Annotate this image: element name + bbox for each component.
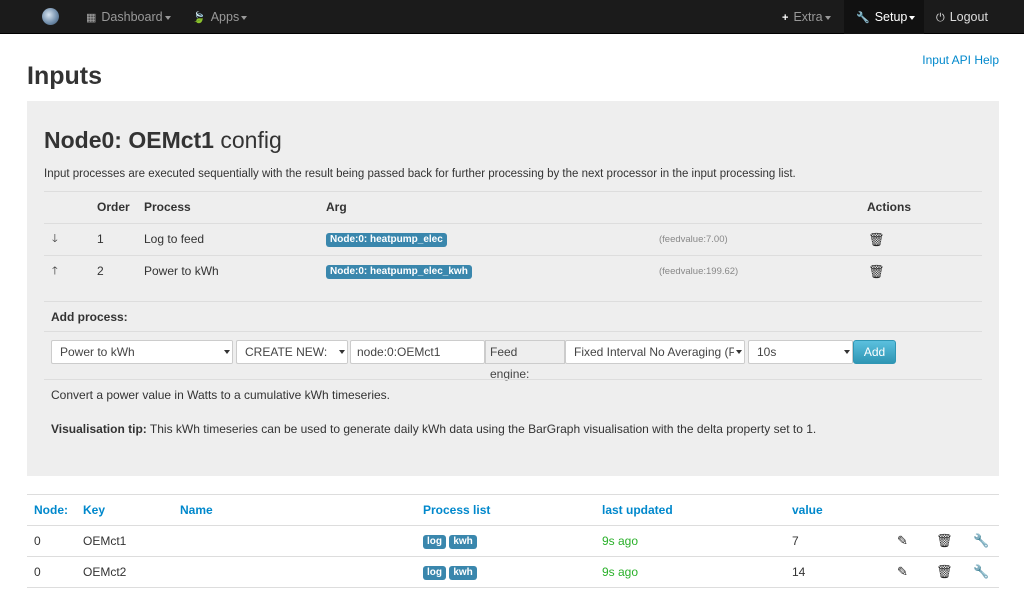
process-row: 🡑 2 Power to kWh Node:0: heatpump_elec_k… [44,255,982,287]
emoncms-logo-icon[interactable] [42,8,59,25]
pencil-icon[interactable]: ✎ [897,526,908,556]
col-last-updated[interactable]: last updated [602,495,673,525]
input-node: 0 [34,565,41,579]
nav-setup[interactable]: 🔧 Setup [844,0,924,34]
table-row[interactable]: 0 OEMct1 log kwh 9s ago 7 ✎ 🗑 🔧 [27,525,999,556]
col-name[interactable]: Name [180,495,213,525]
visualisation-tip: Visualisation tip: This kWh timeseries c… [51,422,817,436]
process-row: 🡓 1 Log to feed Node:0: heatpump_elec (f… [44,223,982,255]
divider [44,301,982,302]
process-config-panel: Node0: OEMct1 config Input processes are… [27,101,999,476]
process-tag-label: kwh [449,565,477,580]
process-description: Convert a power value in Watts to a cumu… [51,388,391,402]
process-arg-label: Node:0: heatpump_elec_kwh [326,264,472,279]
nav-extra[interactable]: + Extra [782,0,831,34]
inputs-table: Node: Key Name Process list last updated… [27,494,999,596]
process-tag-label: log [423,534,446,549]
trash-icon[interactable]: 🗑 [868,224,885,255]
caret-down-icon [241,15,248,20]
divider [44,331,982,332]
process-name: Log to feed [144,232,205,246]
select-arrow-icon [842,341,852,363]
process-select[interactable]: Power to kWh [51,340,233,364]
pencil-icon[interactable]: ✎ [897,557,908,587]
config-description: Input processes are executed sequentiall… [44,168,796,180]
trash-icon[interactable]: 🗑 [868,256,885,287]
input-last-updated: 9s ago [602,565,639,579]
process-table: Order Process Arg Actions 🡓 1 Log to fee… [44,191,982,287]
feed-name-input[interactable]: node:0:OEMct1 [350,340,485,364]
wrench-icon[interactable]: 🔧 [973,526,989,556]
wrench-icon: 🔧 [856,12,870,24]
process-order: 1 [97,232,104,246]
process-name: Power to kWh [144,264,219,278]
arrow-down-icon[interactable]: 🡓 [52,224,58,255]
col-arg: Arg [326,200,347,214]
feed-engine-label: Feed engine: [485,340,565,381]
select-arrow-icon [222,341,232,363]
leaf-icon: 🍃 [192,12,206,24]
plus-icon: + [782,12,789,24]
col-order: Order [97,200,130,214]
navbar: ▦ Dashboard 🍃 Apps + Extra 🔧 Setup ⏻ Logout [0,0,1024,34]
col-process: Process [144,200,191,214]
feed-interval-select[interactable]: 10s [748,340,853,364]
table-row[interactable]: 0 OEMct2 log kwh 9s ago 14 ✎ 🗑 🔧 [27,556,999,587]
input-last-updated: 9s ago [602,534,639,548]
process-feedvalue: (feedvalue:199.62) [659,266,739,277]
process-feedvalue: (feedvalue:7.00) [659,234,728,245]
add-process-title: Add process: [51,310,128,324]
select-arrow-icon [337,341,347,363]
input-value: 7 [792,534,799,548]
nav-apps[interactable]: 🍃 Apps [192,0,248,34]
nav-logout[interactable]: ⏻ Logout [936,0,988,34]
arrow-up-icon[interactable]: 🡑 [52,256,58,287]
inputs-table-header: Node: Key Name Process list last updated… [27,494,999,525]
col-key[interactable]: Key [83,495,105,525]
feed-select[interactable]: CREATE NEW: [236,340,348,364]
col-process-list[interactable]: Process list [423,495,490,525]
input-node: 0 [34,534,41,548]
input-api-help-link[interactable]: Input API Help [922,53,999,67]
trash-icon[interactable]: 🗑 [936,557,953,587]
process-tag-label: kwh [449,534,477,549]
table-row[interactable] [27,587,999,596]
wrench-icon[interactable]: 🔧 [973,557,989,587]
caret-down-icon [824,15,831,20]
caret-down-icon [909,15,916,20]
config-title: Node0: OEMct1 config [44,127,282,153]
caret-down-icon [164,15,171,20]
add-process-button[interactable]: Add [853,340,896,364]
input-key: OEMct2 [83,565,127,579]
col-actions: Actions [867,200,912,214]
input-value: 14 [792,565,806,579]
input-key: OEMct1 [83,534,127,548]
process-tag-label: log [423,565,446,580]
power-icon: ⏻ [936,12,945,24]
divider [44,379,982,380]
process-order: 2 [97,264,104,278]
page-title: Inputs [27,62,102,90]
process-table-header: Order Process Arg Actions [44,191,982,223]
grid-icon: ▦ [86,12,97,24]
select-arrow-icon [734,341,744,363]
process-arg-label: Node:0: heatpump_elec [326,232,447,247]
nav-dashboard[interactable]: ▦ Dashboard [86,0,171,34]
trash-icon[interactable]: 🗑 [936,526,953,556]
feed-engine-select[interactable]: Fixed Interval No Averaging (PHPFINA) [565,340,745,364]
col-node[interactable]: Node: [34,495,68,525]
col-value[interactable]: value [792,495,823,525]
